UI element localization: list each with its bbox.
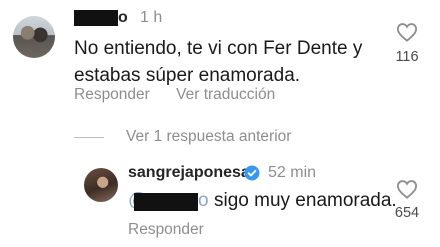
redacted-mention <box>134 193 198 211</box>
reply-like-count: 654 <box>394 205 420 221</box>
reply-like-heart-icon[interactable] <box>396 179 418 199</box>
reply-username[interactable]: sangrejaponesa <box>128 164 250 182</box>
reply-button[interactable]: Responder <box>74 86 150 103</box>
reply-reply-button[interactable]: Responder <box>128 221 204 238</box>
reply-avatar[interactable] <box>84 168 118 202</box>
reply-comment: sangrejaponesa 52 min @ o sigo muy enamo… <box>0 160 440 247</box>
verified-badge-icon <box>244 165 260 181</box>
mention-suffix[interactable]: o <box>198 190 209 212</box>
reply-actions: Responder <box>128 221 204 239</box>
reply-time: 52 min <box>268 164 317 181</box>
comment-time: 1 h <box>140 9 163 26</box>
view-previous-replies-label[interactable]: Ver 1 respuesta anterior <box>126 128 291 146</box>
see-translation-button[interactable]: Ver traducción <box>176 86 275 103</box>
comment-text: No entiendo, te vi con Fer Dente y estab… <box>74 38 363 86</box>
reply-text: sigo muy enamorada. <box>214 190 397 211</box>
commenter-avatar[interactable] <box>13 16 55 58</box>
replies-divider-line <box>74 136 104 138</box>
commenter-username[interactable]: o <box>118 9 128 27</box>
redacted-username <box>74 10 118 26</box>
view-previous-replies[interactable]: Ver 1 respuesta anterior <box>74 128 291 146</box>
comment: o 1 h No entiendo, te vi con Fer Dente y… <box>0 0 440 112</box>
like-heart-icon[interactable] <box>396 22 418 42</box>
comment-like-count: 116 <box>395 49 419 65</box>
comment-actions: Responder Ver traducción <box>74 86 297 104</box>
